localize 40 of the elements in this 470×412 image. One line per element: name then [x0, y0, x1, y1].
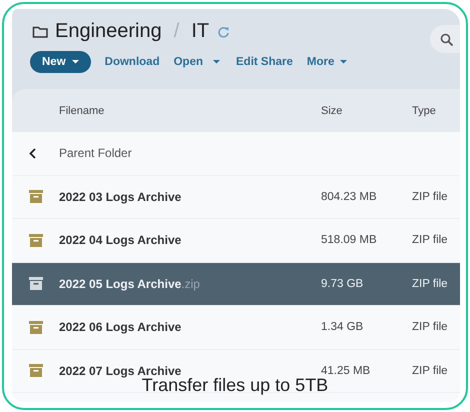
- file-size: 804.23 MB: [321, 190, 378, 203]
- column-header[interactable]: Filename: [59, 104, 321, 116]
- breadcrumb-separator: /: [174, 20, 180, 42]
- file-name: 2022 06 Logs Archive: [59, 320, 182, 334]
- file-size: 518.09 MB: [321, 234, 378, 246]
- archive-icon: [29, 364, 43, 378]
- file-type: ZIP file: [412, 321, 449, 334]
- search-icon: [440, 32, 453, 46]
- file-size: 1.34 GB: [321, 321, 364, 334]
- breadcrumb-folder[interactable]: Engineering: [55, 20, 162, 42]
- file-name: 2022 07 Logs Archive: [59, 364, 182, 378]
- file-name: 2022 03 Logs Archive: [59, 190, 182, 204]
- toolbar-button[interactable]: Edit Share: [236, 51, 293, 73]
- table-row[interactable]: 2022 06 Logs Archive 1.34 GB ZIP file: [12, 306, 460, 350]
- archive-icon: [29, 190, 43, 204]
- file-size: 9.73 GB: [321, 278, 364, 290]
- file-name: 2022 04 Logs Archive: [59, 233, 182, 248]
- column-header[interactable]: Type: [412, 104, 460, 116]
- toolbar-button[interactable]: Open: [174, 51, 203, 73]
- table-row[interactable]: 2022 05 Logs Archive.zip 9.73 GB ZIP file: [12, 262, 460, 306]
- parent-folder-link[interactable]: Parent Folder: [59, 146, 460, 160]
- back-icon: [29, 148, 37, 159]
- archive-icon: [29, 277, 43, 290]
- table-row[interactable]: 2022 03 Logs Archive 804.23 MB ZIP file: [12, 176, 460, 219]
- column-header[interactable]: Size: [321, 104, 412, 116]
- file-size: 41.25 MB: [321, 364, 372, 377]
- caption: Transfer files up to 5TB: [142, 375, 328, 396]
- breadcrumb-current: IT: [191, 20, 210, 42]
- archive-icon: [29, 320, 43, 334]
- file-name: 2022 05 Logs Archive.zip: [59, 276, 201, 291]
- toolbar-button[interactable]: More: [306, 51, 348, 73]
- file-type: ZIP file: [412, 364, 449, 377]
- file-type: ZIP file: [412, 190, 449, 203]
- toolbar-button[interactable]: Download: [104, 51, 160, 73]
- refresh-icon: [217, 24, 230, 38]
- toolbar-button[interactable]: New: [30, 51, 91, 73]
- table-row[interactable]: Parent Folder: [12, 132, 460, 176]
- file-type: ZIP file: [412, 234, 449, 246]
- file-type: ZIP file: [412, 278, 449, 290]
- archive-icon: [29, 234, 43, 247]
